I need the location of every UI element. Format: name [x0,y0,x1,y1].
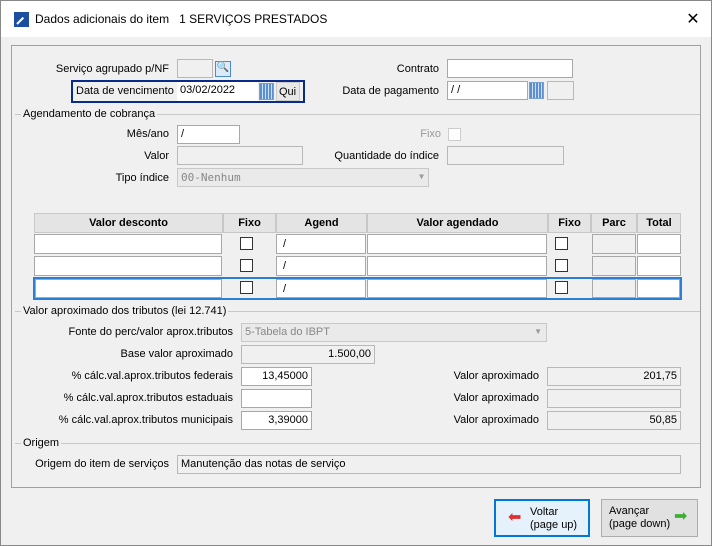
tipo-indice-label: Tipo índice [115,172,169,184]
federais-aprox-label: Valor aproximado [453,370,539,382]
municipais-aprox-input: 50,85 [547,411,681,430]
federais-aprox-input: 201,75 [547,367,681,386]
valor-desconto-cell[interactable] [35,279,222,298]
quantidade-indice-label: Quantidade do índice [334,150,439,162]
voltar-hint: (page up) [530,519,578,531]
valor-desconto-cell[interactable] [34,256,222,276]
estaduais-label: % cálc.val.aprox.tributos estaduais [63,392,233,404]
close-button[interactable]: ✕ [683,9,703,29]
valor-label: Valor [144,150,169,162]
contrato-input[interactable] [447,59,573,78]
base-input: 1.500,00 [241,345,375,364]
calendar-icon[interactable] [259,83,274,100]
origem-label: Origem do item de serviços [35,458,169,470]
estaduais-aprox-label: Valor aproximado [453,392,539,404]
voltar-label: Voltar [530,506,559,518]
col-parc: Parc [591,213,637,233]
data-pagamento-label: Data de pagamento [342,85,439,97]
valor-agendado-cell[interactable] [367,234,547,254]
valor-agendado-cell[interactable] [367,256,547,276]
federais-input[interactable]: 13,45000 [241,367,312,386]
valor-desconto-cell[interactable] [34,234,222,254]
tributos-group-title: Valor aproximado dos tributos (lei 12.74… [21,305,229,317]
municipais-label: % cálc.val.aprox.tributos municipais [58,414,233,426]
col-total: Total [637,213,681,233]
servico-agrupado-label: Serviço agrupado p/NF [55,63,169,75]
avancar-button[interactable]: Avançar (page down) ➡ [601,499,698,537]
fixo-checkbox[interactable] [240,259,253,272]
col-agend: Agend [276,213,367,233]
arrow-left-icon: ⬅ [508,509,522,526]
federais-label: % cálc.val.aprox.tributos federais [71,370,233,382]
total-cell[interactable] [637,279,680,298]
app-icon [14,12,29,27]
tipo-indice-value: 00-Nenhum [181,171,241,184]
title-bar: Dados adicionais do item 1 SERVIÇOS PRES… [1,1,711,37]
data-pagamento-input[interactable]: / / [447,81,528,100]
valor-agendado-cell[interactable] [367,279,547,298]
valor-input[interactable] [177,146,303,165]
fonte-label: Fonte do perc/valor aprox.tributos [68,326,233,338]
base-label: Base valor aproximado [120,348,233,360]
tipo-indice-select[interactable]: 00-Nenhum ▼ [177,168,429,187]
total-cell[interactable] [637,256,681,276]
col-valor-agendado: Valor agendado [367,213,548,233]
parc-cell [592,256,636,276]
mes-ano-label: Mês/ano [126,128,169,140]
chevron-down-icon: ▼ [419,172,424,181]
fixo-checkbox[interactable] [240,281,253,294]
servico-agrupado-input[interactable] [177,59,213,78]
agend-cell[interactable]: / [276,234,366,254]
estaduais-input[interactable] [241,389,312,408]
fonte-select[interactable]: 5-Tabela do IBPT ▼ [241,323,547,342]
fixo-checkbox[interactable] [555,281,568,294]
col-valor-desconto: Valor desconto [34,213,223,233]
parc-cell [592,234,636,254]
agendamento-group-title: Agendamento de cobrança [21,108,158,120]
weekday-field [547,81,574,100]
fixo-checkbox[interactable] [555,237,568,250]
quantidade-indice-input[interactable] [447,146,564,165]
mes-ano-input[interactable]: / [177,125,240,144]
chevron-down-icon: ▼ [534,327,542,336]
weekday-button[interactable]: Qui [276,82,300,101]
dialog-window: Dados adicionais do item 1 SERVIÇOS PRES… [0,0,712,546]
fixo-checkbox[interactable] [448,128,461,141]
total-cell[interactable] [637,234,681,254]
fixo-checkbox[interactable] [555,259,568,272]
data-vencimento-label: Data de vencimento [76,85,174,97]
estaduais-aprox-input [547,389,681,408]
origem-group-title: Origem [21,437,62,449]
origem-input: Manutenção das notas de serviço [177,455,681,474]
fixo-label: Fixo [420,128,441,140]
window-title: Dados adicionais do item 1 SERVIÇOS PRES… [35,12,328,26]
col-fixo-2: Fixo [548,213,591,233]
data-vencimento-input[interactable]: 03/02/2022 [177,82,258,101]
municipais-input[interactable]: 3,39000 [241,411,312,430]
arrow-right-icon: ➡ [674,508,688,525]
calendar-icon[interactable] [529,82,544,99]
voltar-button[interactable]: ⬅ Voltar (page up) [494,499,590,537]
divider [15,443,700,444]
fixo-checkbox[interactable] [240,237,253,250]
municipais-aprox-label: Valor aproximado [453,414,539,426]
contrato-label: Contrato [396,63,439,75]
agend-cell[interactable]: / [276,256,366,276]
search-icon[interactable]: 🔍 [215,61,231,77]
fonte-value: 5-Tabela do IBPT [245,326,330,338]
parc-cell [592,279,636,298]
col-fixo: Fixo [223,213,276,233]
agend-cell[interactable]: / [276,279,366,298]
